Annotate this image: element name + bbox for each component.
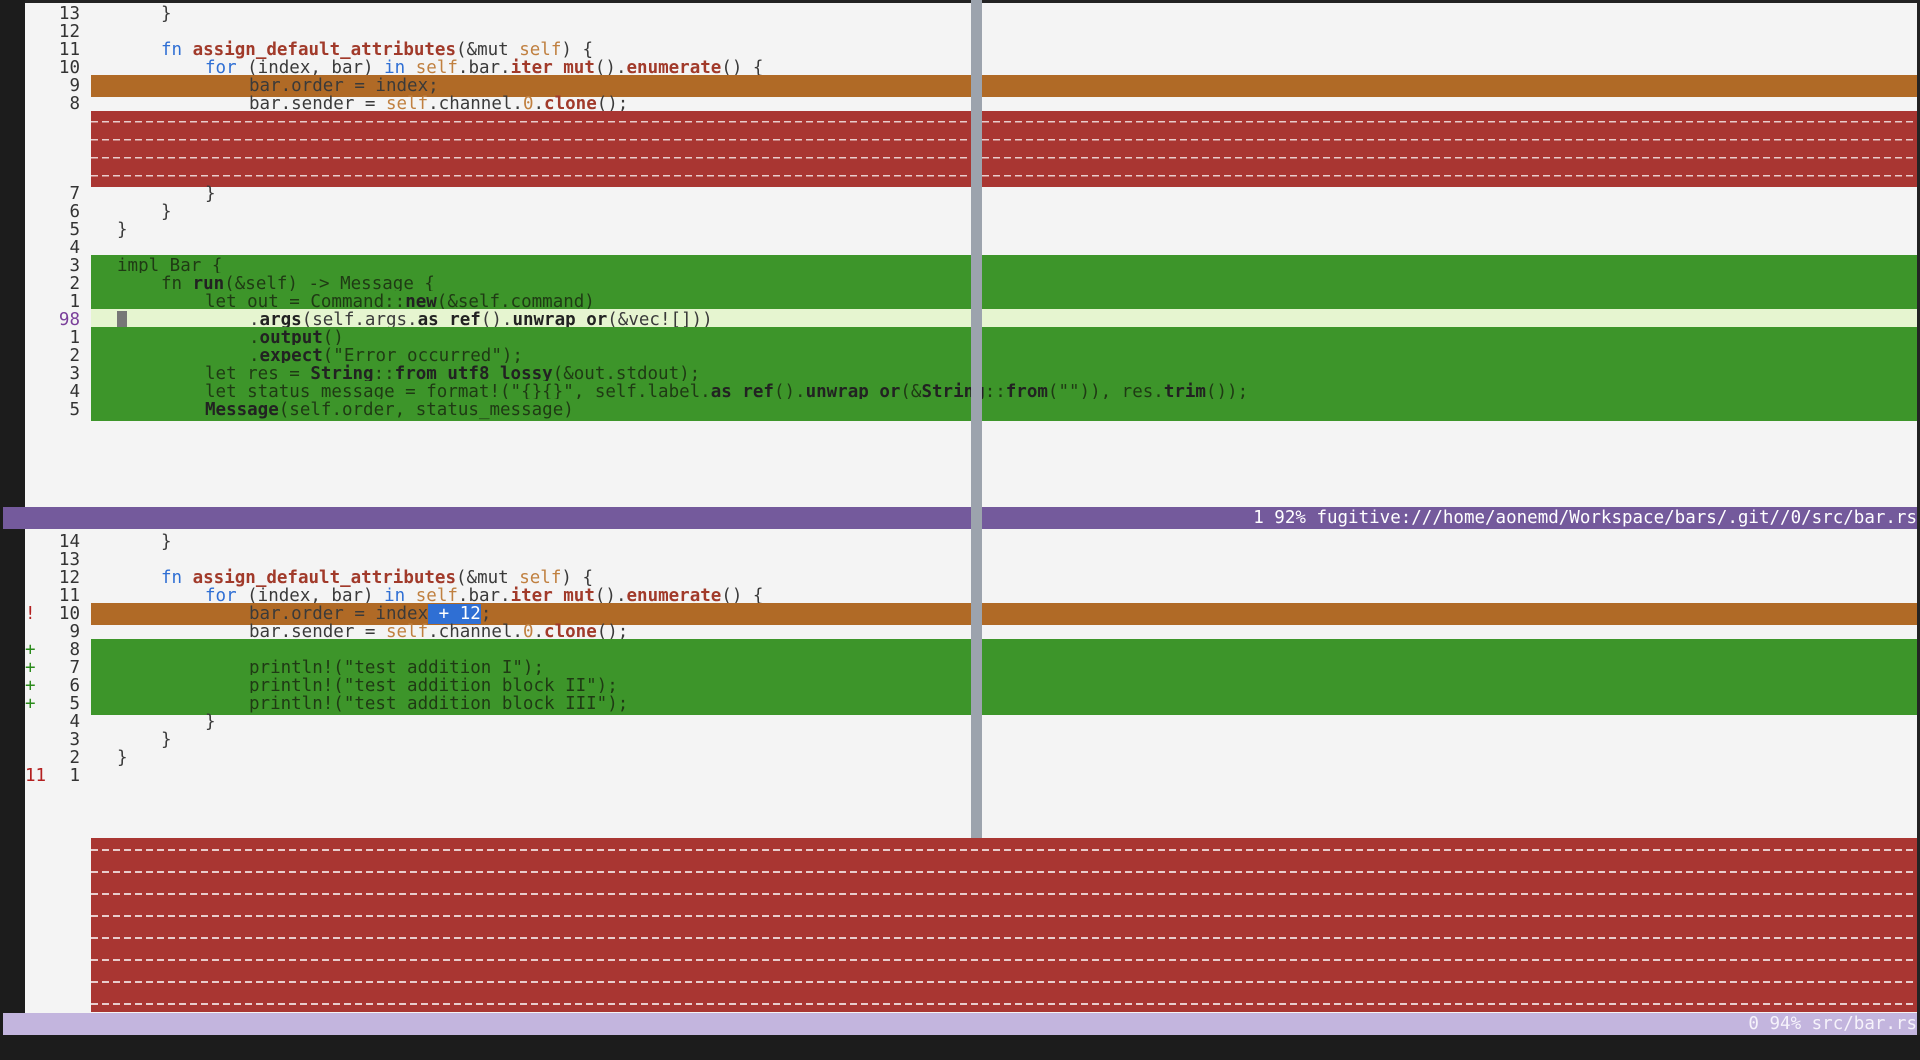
- deleted-line-dashes: [91, 893, 1917, 895]
- code-token: (self.order, status_message): [278, 400, 574, 420]
- deleted-line-dashes: [91, 871, 1917, 873]
- line-gutter: 5: [25, 399, 91, 421]
- code-text[interactable]: Message(self.order, status_message): [91, 399, 1917, 421]
- deleted-line-dashes: [91, 915, 1917, 917]
- color-column-guide: [971, 0, 982, 838]
- line-gutter: 11 1: [25, 765, 91, 787]
- vim-editor[interactable]: 13} 12 11 fn assign_default_attributes(&mut…: [0, 0, 1920, 1060]
- left-dark-margin: [0, 0, 25, 1060]
- line-number: 1: [69, 766, 80, 786]
- command-line-area[interactable]: [0, 1035, 1920, 1060]
- code-text[interactable]: [91, 765, 1917, 787]
- statusline-inactive: 0 94% src/bar.rs: [3, 1013, 1917, 1035]
- code-token: Message: [205, 400, 279, 420]
- statusline-text: 1 92% fugitive:///home/aonemd/Workspace/…: [1253, 508, 1917, 528]
- line-number: 5: [69, 400, 80, 420]
- deleted-line-dashes: [91, 937, 1917, 939]
- deleted-line-dashes: [91, 959, 1917, 961]
- deleted-lines-filler: [91, 838, 1917, 1012]
- statusline-text: 0 94% src/bar.rs: [1748, 1014, 1917, 1034]
- deleted-line-dashes: [91, 981, 1917, 983]
- deleted-line-dashes: [91, 849, 1917, 851]
- statusline-active: 1 92% fugitive:///home/aonemd/Workspace/…: [3, 507, 1917, 529]
- deleted-line-dashes: [91, 1003, 1917, 1005]
